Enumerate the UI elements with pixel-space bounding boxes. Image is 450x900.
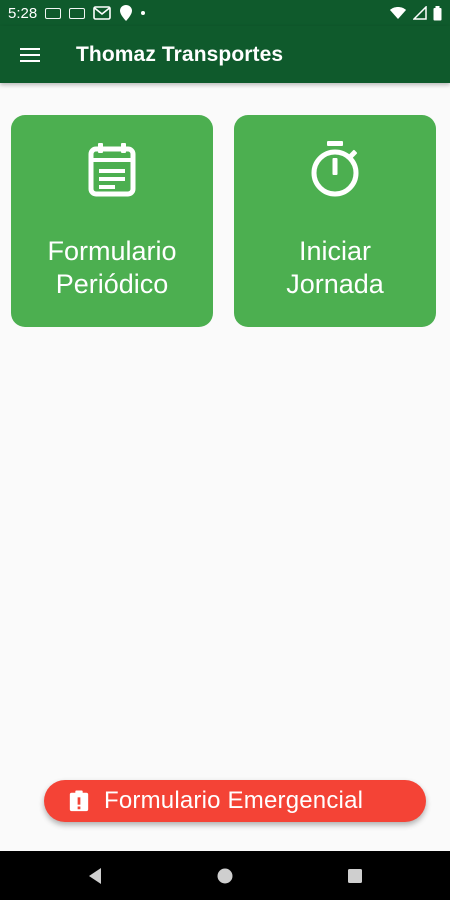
gmail-icon (93, 6, 112, 20)
battery-icon (433, 5, 442, 20)
action-tiles: Formulario Periódico Iniciar Jornada (11, 115, 436, 327)
back-button[interactable] (30, 867, 160, 885)
tile-label-line2: Periódico (55, 269, 169, 299)
status-bar: 5:28 (0, 0, 450, 26)
form-clipboard-icon (84, 139, 140, 199)
tile-label-line1: Iniciar (298, 236, 372, 266)
recents-icon (348, 868, 362, 883)
home-icon (217, 868, 233, 883)
fab-label: Formulario Emergencial (104, 787, 364, 814)
system-navigation-bar (0, 851, 450, 900)
formulario-emergencial-button[interactable]: Formulario Emergencial (44, 780, 426, 822)
iniciar-jornada-tile[interactable]: Iniciar Jornada (234, 115, 436, 327)
home-button[interactable] (160, 867, 290, 885)
status-time: 5:28 (8, 4, 38, 22)
formulario-periodico-tile[interactable]: Formulario Periódico (11, 115, 213, 327)
menu-button[interactable] (0, 26, 60, 83)
signal-icon (413, 6, 427, 20)
tile-label-line1: Formulario (47, 236, 177, 266)
location-icon (120, 5, 133, 21)
app-title: Thomaz Transportes (76, 42, 284, 66)
stopwatch-icon (307, 139, 363, 199)
wifi-icon (390, 7, 406, 19)
recents-button[interactable] (290, 868, 420, 884)
notification-icon (69, 7, 86, 19)
notification-icons (45, 4, 146, 22)
tile-label: Iniciar Jornada (240, 235, 430, 301)
hamburger-menu-icon (20, 47, 40, 62)
tile-label-line2: Jornada (286, 269, 384, 299)
alert-clipboard-icon (69, 790, 89, 812)
dot-icon (141, 11, 146, 15)
tile-label: Formulario Periódico (17, 235, 207, 301)
back-icon (89, 867, 101, 884)
notification-icon (45, 7, 62, 19)
system-status-icons (389, 5, 442, 21)
app-bar: Thomaz Transportes (0, 26, 450, 83)
